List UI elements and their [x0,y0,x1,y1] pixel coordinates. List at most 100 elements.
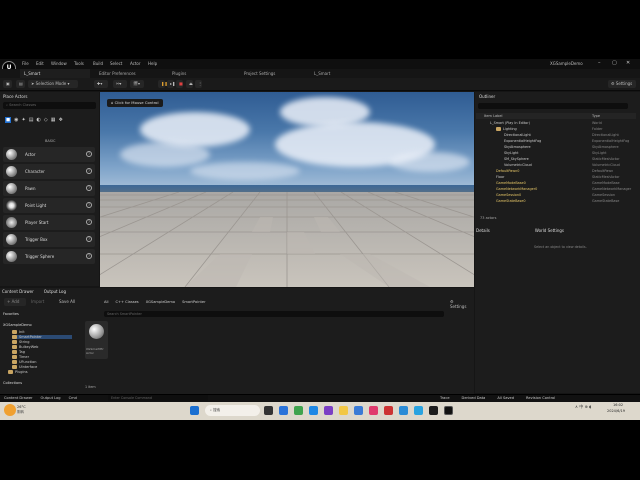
place-actor-player-start[interactable]: Player Start? [3,215,95,230]
place-actor-trigger-sphere[interactable]: Trigger Sphere? [3,249,95,264]
project-root[interactable]: XGSampleDemo [3,323,32,327]
import-button[interactable]: Import [28,298,54,306]
info-icon[interactable]: ? [86,236,92,242]
add-actor-icon[interactable]: ✚▾ [94,80,108,88]
breadcrumb-project[interactable]: XGSampleDemo [146,300,175,304]
clock-time[interactable]: 16:02 [613,403,623,407]
system-tray-icons[interactable]: ∧ 中 ⊕ ◖ [575,404,591,410]
menu-select[interactable]: Select [110,61,122,66]
tree-folder[interactable]: BulkeyWeb [12,345,38,349]
cb-settings-button[interactable]: ⚙ Settings [447,298,471,309]
settings-button[interactable]: ⚙ Settings [608,80,636,88]
asset-tile[interactable]: XGSmartPtr Actor [85,321,108,359]
favorites-section[interactable]: Favorites [3,312,19,316]
app-icon[interactable] [399,406,408,415]
outliner-row[interactable]: L_Smart (Play In Editor) [480,121,635,126]
level-viewport[interactable] [100,92,474,287]
mouse-control-button[interactable]: ⌂ Click for Mouse Control [107,99,163,107]
outliner-search[interactable] [478,103,628,109]
tree-folder[interactable]: Plugins [8,370,28,374]
lights-icon[interactable]: ✦ [22,117,26,123]
stop-icon[interactable]: ■ [176,80,183,88]
collections-section[interactable]: Collections [3,381,22,385]
close-icon[interactable]: ✕ [626,60,630,66]
minimize-icon[interactable]: – [598,60,601,66]
file-explorer-icon[interactable] [339,406,348,415]
eject-icon[interactable]: ⏏ [186,80,193,88]
taskbar-search[interactable]: ⌕ 搜索 [205,405,260,416]
tab-plugins[interactable]: Plugins [168,69,238,78]
console-input[interactable]: Enter Console Command [108,395,208,401]
app-icon[interactable] [369,406,378,415]
info-icon[interactable]: ? [86,253,92,259]
visual-studio-icon[interactable] [324,406,333,415]
place-actor-actor[interactable]: Actor? [3,147,95,162]
tree-folder[interactable]: Timer [12,355,29,359]
breadcrumb-folder[interactable]: SmartPointer [182,300,205,304]
menu-build[interactable]: Build [93,61,103,66]
info-icon[interactable]: ? [86,202,92,208]
menu-edit[interactable]: Edit [36,61,44,66]
place-actor-character[interactable]: Character? [3,164,95,179]
tab-level-2[interactable]: L_Smart [310,69,380,78]
skip-icon[interactable]: ▸❚ [167,80,175,88]
breadcrumb-cpp[interactable]: C++ Classes [115,300,138,304]
tab-editor-preferences[interactable]: Editor Preferences [95,69,165,78]
tab-output-log[interactable]: Output Log [44,289,66,294]
more-options-icon[interactable]: ⋮ [195,80,202,88]
tree-folder-selected[interactable]: SmartPointer [12,335,72,339]
cinematic-icon[interactable]: ▤ [29,117,34,123]
menu-window[interactable]: Window [51,61,67,66]
app-icon[interactable] [309,406,318,415]
tab-details[interactable]: Details [476,228,490,233]
volumes-icon[interactable]: ▦ [51,117,56,123]
outliner-row[interactable]: Lighting [480,127,635,132]
app-icon[interactable] [354,406,363,415]
maximize-icon[interactable]: ▢ [612,60,617,66]
info-icon[interactable]: ? [86,168,92,174]
blueprint-icon[interactable]: ⚯▾ [113,80,127,88]
clock-date[interactable]: 2024/6/19 [607,409,625,413]
info-icon[interactable]: ? [86,185,92,191]
edge-icon[interactable] [279,406,288,415]
app-icon[interactable] [414,406,423,415]
status-trace[interactable]: Trace [440,396,450,400]
add-button[interactable]: + Add [4,298,26,306]
cinematics-icon[interactable]: 🎬▾ [130,80,144,88]
save-all-button[interactable]: Save All [56,298,82,306]
app-icon[interactable] [384,406,393,415]
unreal-engine-icon[interactable] [444,406,453,415]
visual-effects-icon[interactable]: ◐ [36,117,40,123]
cb-search[interactable]: Search SmartPointer [104,311,444,317]
status-revision-control[interactable]: Revision Control [526,396,555,400]
place-actor-trigger-box[interactable]: Trigger Box? [3,232,95,247]
geometry-icon[interactable]: ◇ [44,117,48,123]
place-actors-search[interactable]: ⌕ Search Classes [3,102,96,109]
selection-mode-dropdown[interactable]: ➤ Selection Mode ▾ [28,80,78,88]
menu-help[interactable]: Help [148,61,157,66]
tab-content-drawer[interactable]: Content Drawer [2,289,34,294]
tree-folder[interactable]: Init [12,330,25,334]
tab-project-settings[interactable]: Project Settings [240,69,310,78]
tree-folder[interactable]: UFunction [12,360,36,364]
pause-icon[interactable]: ❚❚ [158,80,168,88]
menu-tools[interactable]: Tools [74,61,84,66]
tab-level[interactable]: L_Smart [20,69,90,78]
status-derived-data[interactable]: Derived Data [462,396,486,400]
tree-folder[interactable]: Tag [12,350,25,354]
outliner-row[interactable]: SkyLight [480,151,635,156]
place-actor-point-light[interactable]: Point Light? [3,198,95,213]
tree-folder[interactable]: UInterface [12,365,37,369]
all-classes-icon[interactable]: ❖ [58,117,62,123]
info-icon[interactable]: ? [86,151,92,157]
tab-world-settings[interactable]: World Settings [515,228,564,233]
place-actor-pawn[interactable]: Pawn? [3,181,95,196]
status-content-drawer[interactable]: Content Drawer [4,396,33,400]
menu-actor[interactable]: Actor [130,61,141,66]
status-all-saved[interactable]: All Saved [497,396,514,400]
basic-icon[interactable]: ◉ [14,117,18,123]
app-icon[interactable] [429,406,438,415]
tree-folder[interactable]: String [12,340,29,344]
recent-icon[interactable]: ◼ [5,117,12,123]
app-icon[interactable] [294,406,303,415]
